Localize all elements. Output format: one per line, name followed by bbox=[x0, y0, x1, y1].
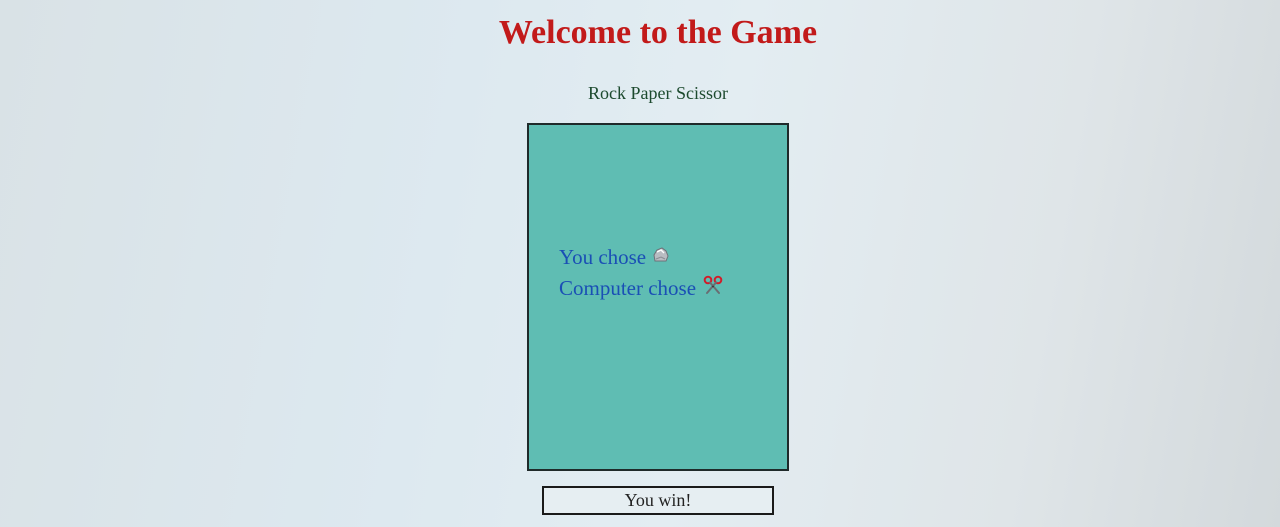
game-subtitle: Rock Paper Scissor bbox=[588, 83, 728, 103]
scissors-icon bbox=[702, 275, 724, 301]
rock-icon bbox=[652, 245, 670, 270]
game-panel: You chose Computer chose bbox=[527, 123, 789, 471]
player-choice-line: You chose bbox=[559, 245, 670, 272]
computer-choice-line: Computer chose bbox=[559, 275, 724, 303]
computer-choice-label: Computer chose bbox=[559, 276, 697, 300]
player-choice-label: You chose bbox=[559, 245, 647, 269]
page-title: Welcome to the Game bbox=[498, 14, 818, 51]
result-box: You win! bbox=[542, 486, 774, 515]
